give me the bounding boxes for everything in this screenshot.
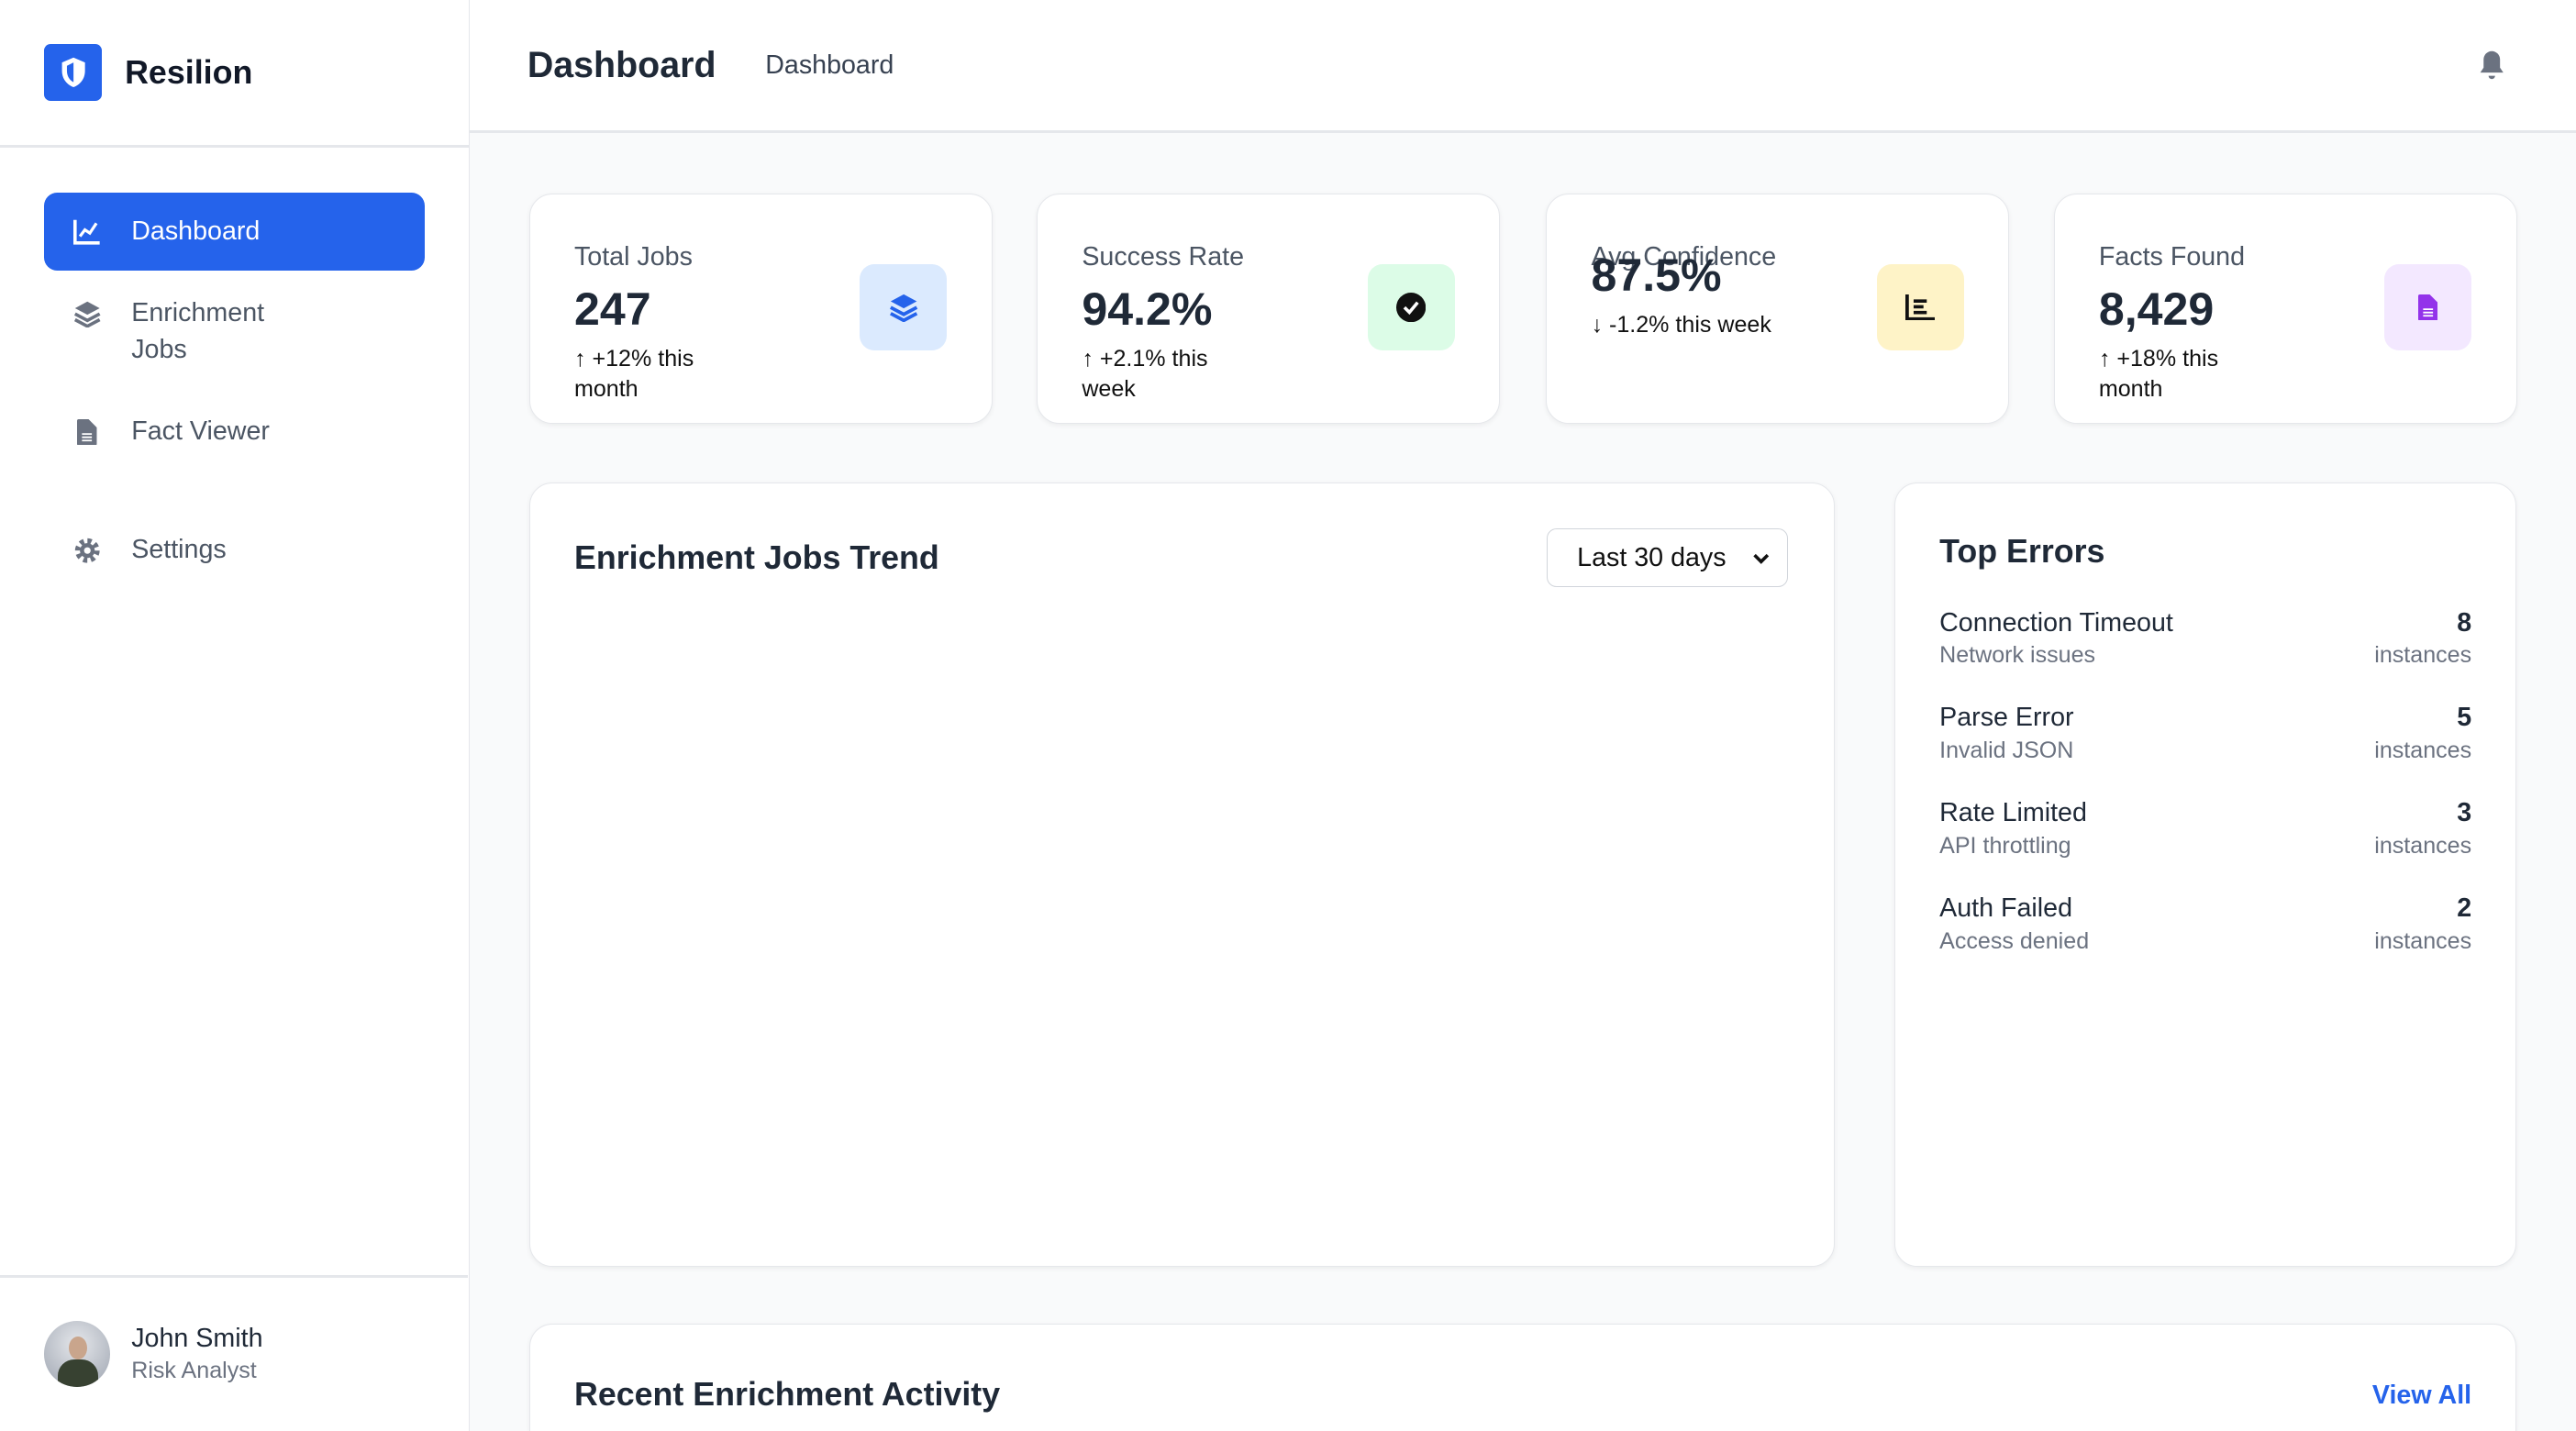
stat-change: ↑ +2.1% this week (1082, 346, 1208, 402)
top-errors-card: Top Errors Connection Timeout Network iss… (1893, 483, 2517, 1267)
top-header: Dashboard Dashboard (470, 0, 2576, 134)
error-row[interactable]: Rate Limited API throttling 3 instances (1939, 797, 2471, 893)
error-row[interactable]: Parse Error Invalid JSON 5 instances (1939, 702, 2471, 797)
error-unit: instances (2374, 738, 2472, 764)
brand: Resilion (0, 0, 470, 149)
sidebar: Resilion Dashboard Enrichment Jobs Fact … (0, 0, 471, 1431)
error-unit: instances (2374, 642, 2472, 669)
stat-change: ↑ +12% this month (573, 346, 694, 402)
error-row[interactable]: Connection Timeout Network issues 8 instanc… (1939, 607, 2471, 703)
stat-card-facts-found: Facts Found 8,429 ↑ +18% this month (2053, 194, 2517, 425)
user-name: John Smith (131, 1324, 263, 1354)
page-title: Dashboard (527, 44, 716, 85)
user-role: Risk Analyst (131, 1358, 257, 1383)
sidebar-nav: Dashboard Enrichment Jobs Fact Viewer Se… (0, 148, 469, 637)
date-range-select[interactable]: Last 30 days (1546, 527, 1789, 588)
error-name: Rate Limited (1939, 798, 2087, 828)
error-unit: instances (2374, 927, 2472, 954)
layers-icon (71, 295, 104, 331)
error-count: 8 (2457, 607, 2472, 638)
sidebar-item-dashboard[interactable]: Dashboard (44, 192, 425, 272)
stat-card-avg-confidence: Avg Confidence 87.5% ↓ -1.2% this week (1546, 194, 2010, 425)
sidebar-item-fact-viewer[interactable]: Fact Viewer (44, 393, 424, 471)
card-title: Recent Enrichment Activity (573, 1375, 1001, 1413)
card-title: Top Errors (1939, 533, 2105, 571)
error-count: 5 (2457, 703, 2472, 733)
layers-icon (860, 263, 948, 351)
stat-card-total-jobs: Total Jobs 247 ↑ +12% this month (528, 194, 993, 425)
stat-label: Facts Found (2098, 242, 2246, 272)
error-list: Connection Timeout Network issues 8 instanc… (1939, 607, 2471, 988)
bar-chart-icon (1876, 263, 1964, 351)
card-title: Enrichment Jobs Trend (573, 539, 939, 577)
chart-line-icon (71, 214, 104, 250)
sidebar-item-label: Dashboard (131, 216, 261, 246)
date-range-value: Last 30 days (1577, 542, 1727, 572)
breadcrumb[interactable]: Dashboard (765, 50, 894, 81)
check-circle-icon (1367, 263, 1455, 351)
bell-icon[interactable] (2478, 50, 2505, 88)
view-all-link[interactable]: View All (2372, 1381, 2471, 1411)
brand-name: Resilion (125, 53, 253, 91)
error-count: 3 (2457, 798, 2472, 828)
error-count: 2 (2457, 893, 2472, 924)
sidebar-item-enrichment-jobs[interactable]: Enrichment Jobs (44, 274, 424, 389)
stat-label: Total Jobs (573, 242, 693, 272)
error-name: Connection Timeout (1939, 607, 2173, 638)
app: Resilion Dashboard Enrichment Jobs Fact … (0, 0, 2576, 1431)
chevron-down-icon (1751, 546, 1771, 576)
stat-card-success-rate: Success Rate 94.2% ↑ +2.1% this week (1036, 194, 1500, 425)
error-name: Parse Error (1939, 703, 2074, 733)
stat-label: Success Rate (1082, 242, 1245, 272)
shield-logo-icon (44, 43, 103, 102)
error-unit: instances (2374, 833, 2472, 860)
avatar (44, 1321, 110, 1388)
user-profile[interactable]: John Smith Risk Analyst (0, 1274, 469, 1431)
error-description: API throttling (1939, 833, 2071, 860)
error-name: Auth Failed (1939, 893, 2073, 924)
gear-icon (71, 532, 104, 568)
recent-activity-card: Recent Enrichment Activity View All (528, 1324, 2517, 1431)
error-description: Invalid JSON (1939, 738, 2074, 764)
error-description: Access denied (1939, 927, 2090, 954)
stat-change: ↓ -1.2% this week (1591, 311, 1771, 338)
sidebar-item-settings[interactable]: Settings (44, 511, 424, 590)
sidebar-item-label: Settings (131, 535, 227, 565)
sidebar-item-label: Fact Viewer (131, 416, 270, 447)
error-row[interactable]: Auth Failed Access denied 2 instances (1939, 893, 2471, 988)
stat-change: ↑ +18% this month (2098, 346, 2219, 402)
file-icon (71, 414, 104, 449)
file-icon (2384, 263, 2472, 351)
sidebar-item-label: Enrichment Jobs (131, 298, 265, 364)
enrichment-jobs-trend-card: Enrichment Jobs Trend Last 30 days (528, 483, 1836, 1267)
error-description: Network issues (1939, 642, 2096, 669)
